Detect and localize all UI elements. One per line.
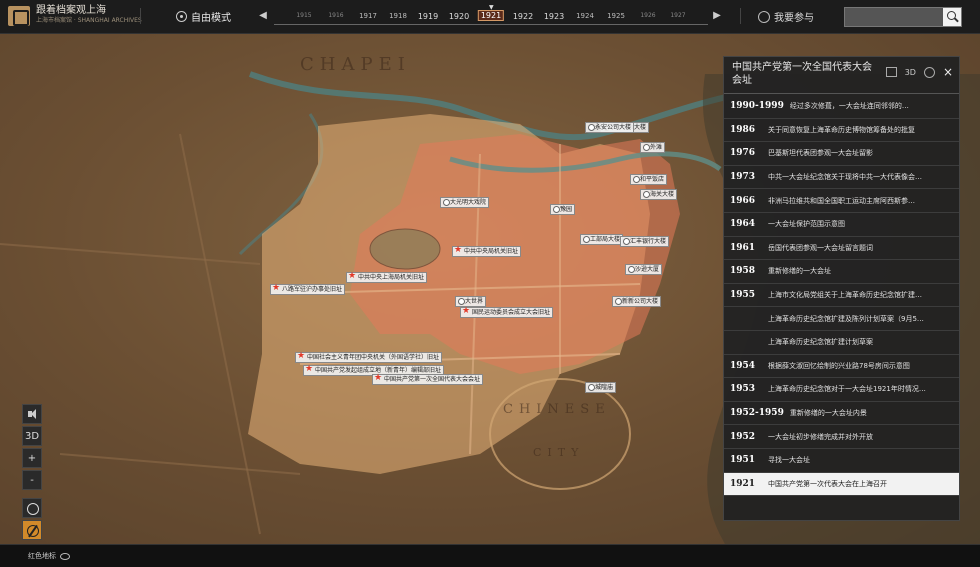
poi-marker[interactable]: 大光明大戏院 [440,197,490,208]
event-item[interactable]: 1990-1999 经过多次修葺，一大会址连同邻邻的… [724,95,959,119]
event-item[interactable]: 1951 寻找一大会址 [724,449,959,473]
map-controls: 3D + - [22,404,42,542]
mode-label: 自由模式 [191,13,231,24]
logo-title: 跟着档案观上海 [36,5,106,16]
eye-icon [60,552,70,560]
poi-marker[interactable]: 新新公司大楼 [612,296,662,307]
poi-marker[interactable]: 豫园 [550,204,576,215]
poi-marker[interactable]: 大世界 [455,296,487,307]
poi-marker[interactable]: 永安公司大楼 [585,122,635,133]
participate-button[interactable]: 我要参与 [758,9,814,24]
mode-icon [176,11,187,22]
location-icon[interactable] [923,66,935,78]
zoom-in-button[interactable]: + [22,448,42,468]
event-list: 1990-1999 经过多次修葺，一大会址连同邻邻的… 1986 关于同意恢复上海革… [724,95,959,497]
poi-marker[interactable]: 外滩 [640,142,666,153]
timeline: ▼ ◀ 1915 1916 1917 1918 1919 1920 1921 1… [258,4,724,30]
timeline-year[interactable]: 1922 [513,12,533,21]
logo-subtitle: 上海市档案馆 · SHANGHAI ARCHIVES [36,17,142,24]
history-button[interactable] [22,498,42,518]
timeline-next-button[interactable]: ▶ [712,10,722,21]
timeline-year-selected[interactable]: 1921 [477,10,505,21]
event-item[interactable]: 1953 上海革命历史纪念馆对于一大会址1921年时情况… [724,378,959,402]
clock-icon [27,503,39,515]
map-label-chinese: CHINESE [503,402,611,417]
event-item[interactable]: 1973 中共一大会址纪念馆关于现将中共一大代表像会… [724,166,959,190]
view-3d-button[interactable]: 3D [905,68,916,77]
timeline-year[interactable]: 1915 [296,12,311,19]
map-label-chapei: CHAPEI [300,54,411,75]
timeline-year[interactable]: 1916 [328,12,343,19]
landmark-marker[interactable]: 中共中央局机关旧址 [452,246,522,257]
timeline-year[interactable]: 1920 [449,12,469,21]
event-item[interactable]: 1961 岳国代表团参观一大会址留言题词 [724,237,959,261]
event-item[interactable]: 1976 巴基斯坦代表团参观一大会址留影 [724,142,959,166]
timeline-year[interactable]: 1917 [359,12,377,20]
divider [140,8,141,24]
search-button[interactable] [943,8,961,26]
search-box [844,7,962,27]
poi-marker[interactable]: 城隍庙 [585,382,617,393]
event-item[interactable]: 1964 一大会址保护范围示意图 [724,213,959,237]
prohibited-icon [27,525,39,537]
event-item[interactable]: 上海革命历史纪念馆扩建计划草案 [724,331,959,355]
top-bar: 跟着档案观上海 上海市档案馆 · SHANGHAI ARCHIVES 自由模式 … [0,0,980,34]
free-mode-button[interactable]: 自由模式 [176,9,231,24]
event-item[interactable]: 1952 一大会址初步修缮完成并对外开放 [724,425,959,449]
poi-marker[interactable]: 沙逊大厦 [625,264,663,275]
landmark-marker[interactable]: 八路军驻沪办事处旧址 [270,284,346,295]
layer-toggle-button[interactable] [22,520,42,540]
3d-toggle-button[interactable]: 3D [22,426,42,446]
event-item[interactable]: 1954 根据薛文淑回忆绘制的兴业路78号房间示意图 [724,355,959,379]
poi-marker[interactable]: 海关大楼 [640,189,678,200]
event-item[interactable]: 1952-1959 重新修缮的一大会址内景 [724,402,959,426]
event-item[interactable]: 1958 重新修缮的一大会址 [724,260,959,284]
map-label-city: CITY [533,446,585,459]
event-item[interactable]: 1966 非洲马拉维共和国全国职工运动主席阿西斯参… [724,189,959,213]
app-logo[interactable]: 跟着档案观上海 上海市档案馆 · SHANGHAI ARCHIVES [8,6,142,26]
photo-icon[interactable] [885,67,897,77]
timeline-track [274,24,708,25]
event-item-selected[interactable]: 1921 中国共产党第一次代表大会在上海召开 [724,472,959,497]
poi-marker[interactable]: 工部局大楼 [580,234,624,245]
timeline-year[interactable]: 1918 [389,12,407,20]
timeline-year[interactable]: 1923 [544,12,564,21]
landmark-marker[interactable]: 国民运动委员会成立大会旧址 [460,307,554,318]
participate-label: 我要参与 [774,13,814,24]
event-item[interactable]: 1986 关于同意恢复上海革命历史博物馆筹备处的批复 [724,119,959,143]
search-input[interactable] [845,8,941,26]
logo-icon [8,6,30,26]
close-button[interactable]: × [943,65,953,79]
audio-button[interactable] [22,404,42,424]
landmark-marker[interactable]: 中国共产党第一次全国代表大会会址 [372,374,484,385]
poi-marker[interactable]: 汇丰银行大楼 [620,236,670,247]
panel-header: 中国共产党第一次全国代表大会会址 3D × [724,57,959,94]
landmark-marker[interactable]: 中共中央上海局机关旧址 [346,272,428,283]
event-item[interactable]: 上海革命历史纪念馆扩建及陈列计划草案（9月5… [724,307,959,331]
landmark-marker[interactable]: 中国社会主义青年团中央机关（外国语学社）旧址 [295,352,443,363]
legend-label: 红色地标 [28,552,56,560]
user-icon [758,10,770,23]
bottom-bar: 红色地标 [0,544,980,567]
event-item[interactable]: 1955 上海市文化局党组关于上海革命历史纪念馆扩建… [724,284,959,308]
poi-marker[interactable]: 和平饭店 [630,174,668,185]
timeline-year[interactable]: 1925 [607,12,625,20]
timeline-year[interactable]: 1924 [576,12,594,20]
legend-toggle[interactable]: 红色地标 [28,551,70,561]
divider [740,8,741,24]
timeline-prev-button[interactable]: ◀ [258,10,268,21]
timeline-year[interactable]: 1919 [418,12,438,21]
site-info-panel: 中国共产党第一次全国代表大会会址 3D × 1990-1999 经过多次修葺，一大… [723,56,960,521]
timeline-year[interactable]: 1926 [640,12,655,19]
timeline-year[interactable]: 1927 [670,12,685,19]
panel-title: 中国共产党第一次全国代表大会会址 [732,62,872,86]
zoom-out-button[interactable]: - [22,470,42,490]
